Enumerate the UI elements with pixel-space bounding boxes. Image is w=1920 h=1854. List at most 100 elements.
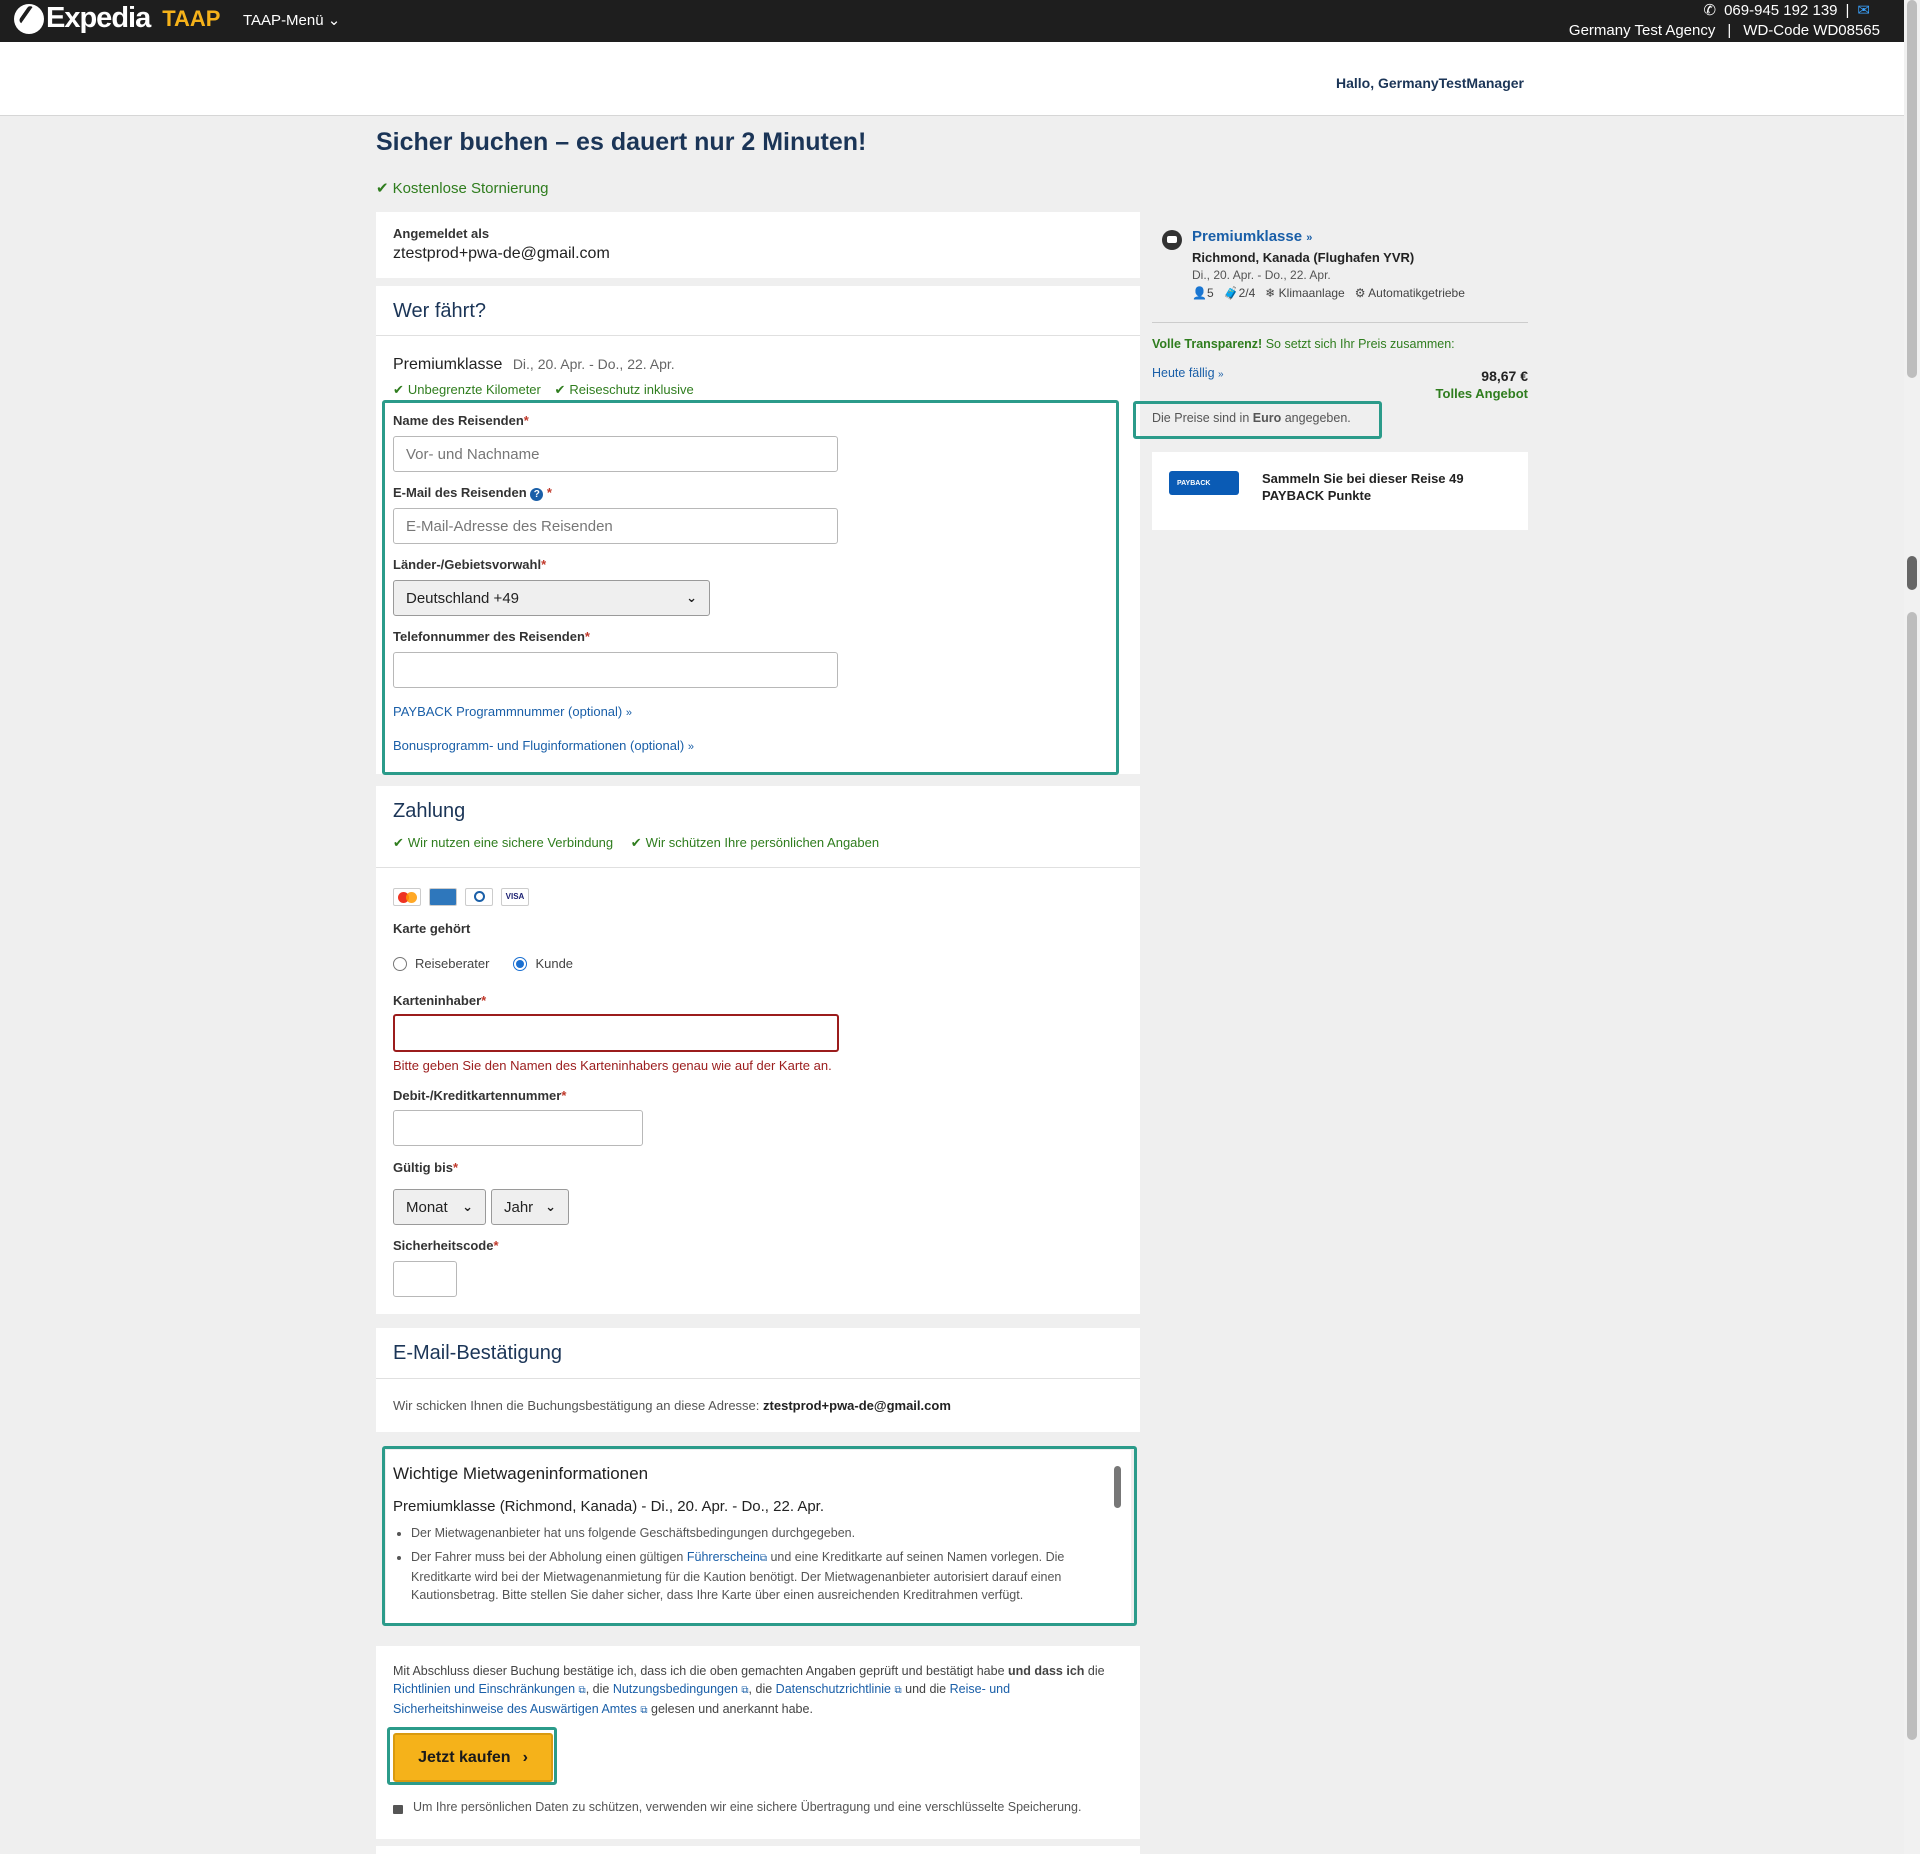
car-dates: Di., 20. Apr. - Do., 22. Apr. [512,356,675,372]
sidebar-car-class[interactable]: Premiumklasse » [1192,228,1312,245]
login-card: Angemeldet als ztestprod+pwa-de@gmail.co… [376,212,1140,278]
terms-text: Mit Abschluss dieser Buchung bestätige i… [393,1662,1123,1720]
radio-agent-label[interactable]: Reiseberater [415,956,489,971]
lock-icon [393,1804,403,1814]
taap-menu[interactable]: TAAP-Menü ⌄ [243,11,340,29]
required-mark: * [493,1238,499,1253]
scroll-thumb[interactable] [1907,556,1917,590]
highlight-currency-note [1133,401,1382,439]
payment-heading: Zahlung [393,800,466,822]
chevron-down-icon: ⌄ [462,1199,473,1214]
page-scrollbar[interactable] [1904,0,1920,1854]
bag-icon: 🧳2/4 [1223,286,1256,300]
payback-text: Sammeln Sie bei dieser Reise 49 PAYBACK … [1262,471,1464,503]
highlight-rental-info [382,1446,1137,1626]
bags-value: 2/4 [1238,286,1256,300]
contact-row: ✆ 069-945 192 139 | ✉ [1703,1,1871,20]
gearshift-icon: ⚙ Automatikgetriebe [1354,286,1465,300]
wd-code: WD-Code WD08565 [1743,22,1880,39]
cvv-label: Sicherheitscode* [393,1238,499,1253]
external-link-icon: ⧉ [894,1685,902,1696]
check-icon: ✔ [393,835,404,850]
expiry-year-select[interactable]: Jahr ⌄ [491,1189,569,1225]
double-chevron-icon: » [1306,232,1313,244]
check-icon: ✔ [630,835,642,850]
check-icon: ✔ [376,180,389,197]
radio-agent[interactable] [393,956,407,971]
mastercard-icon [393,888,421,906]
sidebar-car-class-text: Premiumklasse [1192,228,1303,245]
year-value: Jahr [504,1198,534,1216]
scroll-track-lower[interactable] [1907,612,1917,1740]
due-today-text: Heute fällig [1152,366,1215,380]
month-value: Monat [406,1198,448,1216]
external-link-icon: ⧉ [578,1685,586,1696]
payback-logo: PAYBACK [1169,471,1239,495]
terms-part: und die [905,1682,947,1696]
terms-of-use-link[interactable]: Nutzungsbedingungen ⧉ [613,1682,749,1696]
email-confirm-address: ztestprod+pwa-de@gmail.com [763,1398,951,1413]
privacy-link-text: Datenschutzrichtlinie [775,1682,892,1696]
sidebar-dates: Di., 20. Apr. - Do., 22. Apr. [1192,268,1331,282]
diners-icon [465,888,493,906]
terms-bold: und dass ich [1008,1664,1085,1678]
divider: | [1727,22,1732,39]
expiry-month-select[interactable]: Monat ⌄ [393,1189,486,1225]
check-icon: ✔ [393,382,404,397]
transparency-line: Volle Transparenz! So setzt sich Ihr Pre… [1152,337,1455,351]
scroll-thumb-top[interactable] [1907,0,1917,378]
deal-badge: Tolles Angebot [1435,386,1528,401]
card-number-input[interactable] [393,1110,643,1146]
highlight-buy-button [387,1727,557,1785]
car-class-line: Premiumklasse Di., 20. Apr. - Do., 22. A… [393,356,675,374]
terms-of-use-text: Nutzungsbedingungen [612,1682,738,1696]
privacy-link[interactable]: Datenschutzrichtlinie ⧉ [776,1682,902,1696]
email-confirm-line: Wir schicken Ihnen die Buchungsbestätigu… [393,1398,951,1413]
agency-name: Germany Test Agency [1568,22,1716,39]
globe-icon [14,3,44,34]
travel-advice-text: Sicherheitshinweise des Auswärtigen Amte… [393,1702,637,1716]
terms-part: , die [585,1682,610,1696]
policy-link[interactable]: Richtlinien und Einschränkungen ⧉ [393,1682,586,1696]
person-icon: 👤5 [1192,286,1214,300]
phone-number[interactable]: 069-945 192 139 [1724,2,1837,19]
terms-part: , die [748,1682,773,1696]
check-icon: ✔ [554,382,566,397]
radio-customer[interactable] [513,956,528,971]
amex-icon [429,888,457,906]
card-holder-input[interactable] [393,1014,839,1052]
due-today-toggle[interactable]: Heute fällig » [1152,366,1224,380]
divider [376,867,1140,868]
brand-text: Expedia [46,2,151,34]
divider [1152,322,1528,323]
valid-label-text: Gültig bis [393,1160,453,1175]
taap-menu-label: TAAP-Menü [243,12,324,29]
agency-row: Germany Test Agency | WD-Code WD08565 [1569,22,1880,39]
traveler-heading: Wer fährt? [393,300,486,322]
secure-text-2: Wir schützen Ihre persönlichen Angaben [645,835,880,850]
free-cancellation: ✔ Kostenlose Stornierung [376,179,549,197]
feature-protection: Reiseschutz inklusive [569,382,694,397]
brand-sub: TAAP [162,5,221,31]
divider [376,1378,1140,1379]
phone-icon: ✆ [1703,2,1717,19]
divider [376,335,1140,336]
policy-link-text: Richtlinien und Einschränkungen [393,1682,576,1696]
sidebar-summary: Premiumklasse » Richmond, Kanada (Flugha… [1152,212,1528,322]
required-mark: * [481,993,487,1008]
external-link-icon: ⧉ [640,1705,648,1716]
envelope-icon[interactable]: ✉ [1857,1,1870,19]
email-confirm-card: E-Mail-Bestätigung Wir schicken Ihnen di… [376,1328,1140,1432]
travel-advice-text: Reise- und [949,1682,1011,1696]
snowflake-icon: ❄ Klimaanlage [1265,286,1345,300]
sidebar-specs: 👤5 🧳2/4 ❄ Klimaanlage ⚙ Automatikgetrieb… [1192,286,1465,300]
expedia-logo[interactable]: Expedia TAAP [14,2,220,35]
login-label: Angemeldet als [393,226,490,241]
email-confirm-heading: E-Mail-Bestätigung [393,1342,562,1364]
cvv-input[interactable] [393,1261,457,1297]
payment-card: Zahlung ✔ Wir nutzen eine sichere Verbind… [376,786,1140,1314]
transmission-value: Automatikgetriebe [1368,286,1465,300]
radio-customer-label[interactable]: Kunde [535,956,573,971]
external-link-icon: ⧉ [741,1685,749,1696]
greeting[interactable]: Hallo, GermanyTestManager [1336,75,1524,91]
